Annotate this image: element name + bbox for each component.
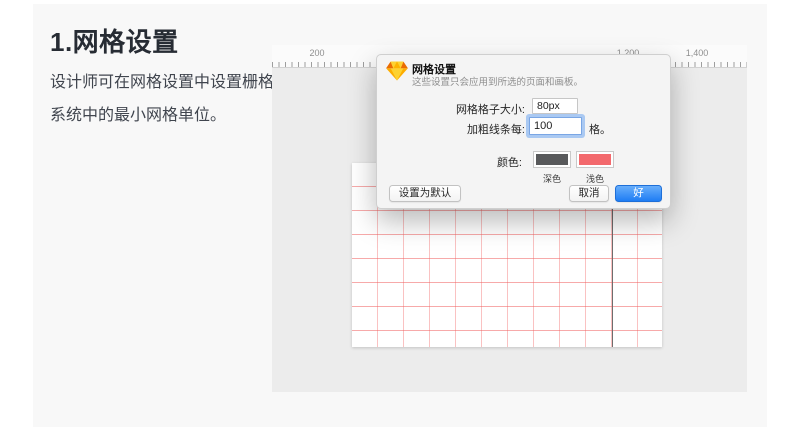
grid-size-input[interactable] [532, 98, 578, 114]
dark-color-well[interactable] [533, 151, 571, 168]
grid-settings-dialog: 网格设置 这些设置只会应用到所选的页面和画板。 网格格子大小: 加粗线条每: 格… [376, 54, 671, 209]
dialog-subtitle: 这些设置只会应用到所选的页面和画板。 [412, 74, 583, 88]
thick-lines-unit: 格。 [589, 121, 611, 137]
set-default-button[interactable]: 设置为默认 [389, 185, 461, 202]
thick-lines-label: 加粗线条每: [405, 121, 525, 137]
dark-swatch-label: 深色 [533, 172, 571, 185]
colors-label: 颜色: [402, 154, 522, 170]
dark-color-swatch [536, 154, 568, 165]
light-color-well[interactable] [576, 151, 614, 168]
sketch-screenshot: 200 1,200 1,400 网格设置 这些设置 [272, 45, 747, 392]
tutorial-page: 1.网格设置 设计师可在网格设置中设置栅格系统中的最小网格单位。 200 1,2… [0, 0, 800, 432]
ok-button[interactable]: 好 [615, 185, 662, 202]
light-swatch-label: 浅色 [576, 172, 614, 185]
sketch-diamond-icon [386, 61, 408, 81]
content-band: 1.网格设置 设计师可在网格设置中设置栅格系统中的最小网格单位。 200 1,2… [33, 4, 767, 427]
ruler-label-200: 200 [309, 48, 324, 58]
grid-size-label: 网格格子大小: [405, 101, 525, 117]
ruler-label-1400: 1,400 [686, 48, 709, 58]
page-description: 设计师可在网格设置中设置栅格系统中的最小网格单位。 [50, 66, 278, 132]
light-color-swatch [579, 154, 611, 165]
thick-lines-input[interactable] [529, 117, 582, 135]
cancel-button[interactable]: 取消 [569, 185, 609, 202]
page-title: 1.网格设置 [50, 22, 179, 59]
